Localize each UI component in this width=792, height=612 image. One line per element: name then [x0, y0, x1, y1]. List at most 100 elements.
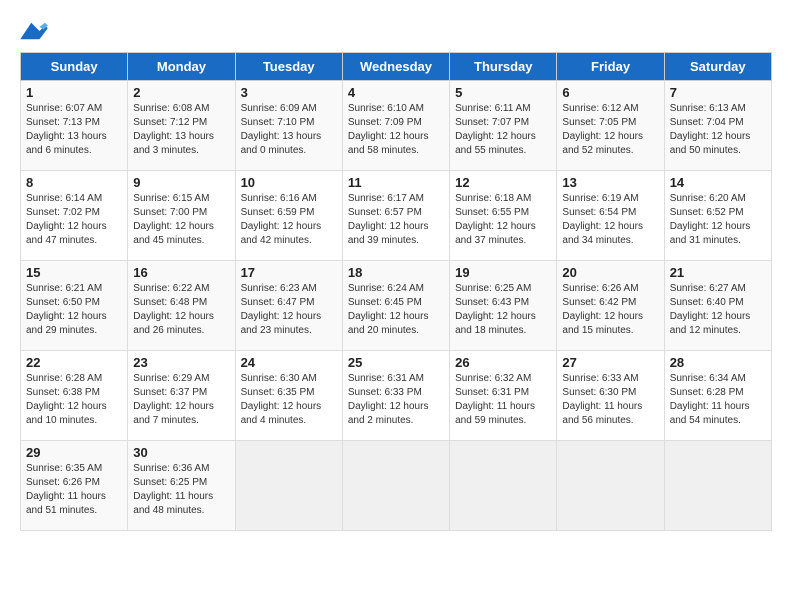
cell-info: Sunrise: 6:10 AMSunset: 7:09 PMDaylight:… [348, 102, 444, 158]
day-number: 26 [455, 355, 551, 370]
calendar-cell: 2Sunrise: 6:08 AMSunset: 7:12 PMDaylight… [128, 81, 235, 171]
day-number: 16 [133, 265, 229, 280]
cell-info: Sunrise: 6:34 AMSunset: 6:28 PMDaylight:… [670, 372, 766, 428]
calendar-cell: 4 Sunrise: 6:10 AMSunset: 7:09 PMDaylight… [342, 81, 449, 171]
header-thursday: Thursday [450, 53, 557, 81]
day-number: 25 [348, 355, 444, 370]
day-number: 23 [133, 355, 229, 370]
calendar-cell: 29 Sunrise: 6:35 AMSunset: 6:26 PMDayligh… [21, 441, 128, 531]
calendar-cell: 22 Sunrise: 6:28 AMSunset: 6:38 PMDayligh… [21, 351, 128, 441]
calendar-cell: 13 Sunrise: 6:19 AMSunset: 6:54 PMDayligh… [557, 171, 664, 261]
cell-info: Sunrise: 6:35 AMSunset: 6:26 PMDaylight:… [26, 462, 122, 518]
calendar-week-4: 22 Sunrise: 6:28 AMSunset: 6:38 PMDayligh… [21, 351, 772, 441]
calendar-cell: 28 Sunrise: 6:34 AMSunset: 6:28 PMDayligh… [664, 351, 771, 441]
cell-info: Sunrise: 6:28 AMSunset: 6:38 PMDaylight:… [26, 372, 122, 428]
cell-info: Sunrise: 6:21 AMSunset: 6:50 PMDaylight:… [26, 282, 122, 338]
cell-info: Sunrise: 6:26 AMSunset: 6:42 PMDaylight:… [562, 282, 658, 338]
calendar-cell: 30 Sunrise: 6:36 AMSunset: 6:25 PMDayligh… [128, 441, 235, 531]
cell-info: Sunrise: 6:09 AMSunset: 7:10 PMDaylight:… [241, 102, 337, 158]
cell-info: Sunrise: 6:23 AMSunset: 6:47 PMDaylight:… [241, 282, 337, 338]
calendar-cell: 1 Sunrise: 6:07 AMSunset: 7:13 PMDaylight… [21, 81, 128, 171]
calendar-week-2: 8Sunrise: 6:14 AMSunset: 7:02 PMDaylight… [21, 171, 772, 261]
day-number: 7 [670, 85, 766, 100]
header-saturday: Saturday [664, 53, 771, 81]
logo [20, 20, 52, 42]
cell-info: Sunrise: 6:07 AMSunset: 7:13 PMDaylight:… [26, 102, 122, 158]
calendar-cell [235, 441, 342, 531]
cell-info: Sunrise: 6:22 AMSunset: 6:48 PMDaylight:… [133, 282, 229, 338]
cell-info: Sunrise: 6:18 AMSunset: 6:55 PMDaylight:… [455, 192, 551, 248]
day-number: 10 [241, 175, 337, 190]
day-number: 11 [348, 175, 444, 190]
day-number: 9 [133, 175, 229, 190]
cell-info: Sunrise: 6:14 AMSunset: 7:02 PMDaylight:… [26, 192, 122, 248]
calendar-cell: 10 Sunrise: 6:16 AMSunset: 6:59 PMDayligh… [235, 171, 342, 261]
day-number: 14 [670, 175, 766, 190]
day-number: 20 [562, 265, 658, 280]
day-number: 21 [670, 265, 766, 280]
calendar-cell: 18 Sunrise: 6:24 AMSunset: 6:45 PMDayligh… [342, 261, 449, 351]
cell-info: Sunrise: 6:29 AMSunset: 6:37 PMDaylight:… [133, 372, 229, 428]
day-number: 29 [26, 445, 122, 460]
cell-info: Sunrise: 6:32 AMSunset: 6:31 PMDaylight:… [455, 372, 551, 428]
header-tuesday: Tuesday [235, 53, 342, 81]
cell-info: Sunrise: 6:19 AMSunset: 6:54 PMDaylight:… [562, 192, 658, 248]
calendar-header-row: SundayMondayTuesdayWednesdayThursdayFrid… [21, 53, 772, 81]
calendar-week-5: 29 Sunrise: 6:35 AMSunset: 6:26 PMDayligh… [21, 441, 772, 531]
calendar-cell: 19 Sunrise: 6:25 AMSunset: 6:43 PMDayligh… [450, 261, 557, 351]
cell-info: Sunrise: 6:24 AMSunset: 6:45 PMDaylight:… [348, 282, 444, 338]
calendar-cell: 8Sunrise: 6:14 AMSunset: 7:02 PMDaylight… [21, 171, 128, 261]
calendar-cell [450, 441, 557, 531]
day-number: 22 [26, 355, 122, 370]
calendar-cell: 5 Sunrise: 6:11 AMSunset: 7:07 PMDaylight… [450, 81, 557, 171]
calendar-cell: 23 Sunrise: 6:29 AMSunset: 6:37 PMDayligh… [128, 351, 235, 441]
cell-info: Sunrise: 6:15 AMSunset: 7:00 PMDaylight:… [133, 192, 229, 248]
cell-info: Sunrise: 6:31 AMSunset: 6:33 PMDaylight:… [348, 372, 444, 428]
calendar-cell: 12 Sunrise: 6:18 AMSunset: 6:55 PMDayligh… [450, 171, 557, 261]
calendar-cell: 25 Sunrise: 6:31 AMSunset: 6:33 PMDayligh… [342, 351, 449, 441]
cell-info: Sunrise: 6:16 AMSunset: 6:59 PMDaylight:… [241, 192, 337, 248]
calendar-cell: 3Sunrise: 6:09 AMSunset: 7:10 PMDaylight… [235, 81, 342, 171]
cell-info: Sunrise: 6:11 AMSunset: 7:07 PMDaylight:… [455, 102, 551, 158]
calendar-cell: 21Sunrise: 6:27 AMSunset: 6:40 PMDayligh… [664, 261, 771, 351]
header-monday: Monday [128, 53, 235, 81]
cell-info: Sunrise: 6:25 AMSunset: 6:43 PMDaylight:… [455, 282, 551, 338]
day-number: 13 [562, 175, 658, 190]
calendar-cell: 11 Sunrise: 6:17 AMSunset: 6:57 PMDayligh… [342, 171, 449, 261]
calendar-cell [664, 441, 771, 531]
day-number: 12 [455, 175, 551, 190]
day-number: 24 [241, 355, 337, 370]
calendar-cell: 17 Sunrise: 6:23 AMSunset: 6:47 PMDayligh… [235, 261, 342, 351]
header-sunday: Sunday [21, 53, 128, 81]
day-number: 30 [133, 445, 229, 460]
calendar-cell: 27Sunrise: 6:33 AMSunset: 6:30 PMDayligh… [557, 351, 664, 441]
day-number: 19 [455, 265, 551, 280]
cell-info: Sunrise: 6:20 AMSunset: 6:52 PMDaylight:… [670, 192, 766, 248]
day-number: 4 [348, 85, 444, 100]
header-friday: Friday [557, 53, 664, 81]
calendar-week-3: 15 Sunrise: 6:21 AMSunset: 6:50 PMDayligh… [21, 261, 772, 351]
logo-icon [20, 20, 48, 42]
calendar-cell: 14 Sunrise: 6:20 AMSunset: 6:52 PMDayligh… [664, 171, 771, 261]
day-number: 28 [670, 355, 766, 370]
calendar-cell: 15 Sunrise: 6:21 AMSunset: 6:50 PMDayligh… [21, 261, 128, 351]
calendar-cell [557, 441, 664, 531]
day-number: 15 [26, 265, 122, 280]
cell-info: Sunrise: 6:12 AMSunset: 7:05 PMDaylight:… [562, 102, 658, 158]
calendar-cell: 7 Sunrise: 6:13 AMSunset: 7:04 PMDaylight… [664, 81, 771, 171]
calendar-cell: 20 Sunrise: 6:26 AMSunset: 6:42 PMDayligh… [557, 261, 664, 351]
day-number: 6 [562, 85, 658, 100]
calendar-cell [342, 441, 449, 531]
page-header [20, 20, 772, 42]
cell-info: Sunrise: 6:36 AMSunset: 6:25 PMDaylight:… [133, 462, 229, 518]
day-number: 1 [26, 85, 122, 100]
day-number: 18 [348, 265, 444, 280]
cell-info: Sunrise: 6:13 AMSunset: 7:04 PMDaylight:… [670, 102, 766, 158]
header-wednesday: Wednesday [342, 53, 449, 81]
calendar-cell: 6 Sunrise: 6:12 AMSunset: 7:05 PMDaylight… [557, 81, 664, 171]
cell-info: Sunrise: 6:30 AMSunset: 6:35 PMDaylight:… [241, 372, 337, 428]
day-number: 17 [241, 265, 337, 280]
cell-info: Sunrise: 6:17 AMSunset: 6:57 PMDaylight:… [348, 192, 444, 248]
day-number: 5 [455, 85, 551, 100]
cell-info: Sunrise: 6:08 AMSunset: 7:12 PMDaylight:… [133, 102, 229, 158]
